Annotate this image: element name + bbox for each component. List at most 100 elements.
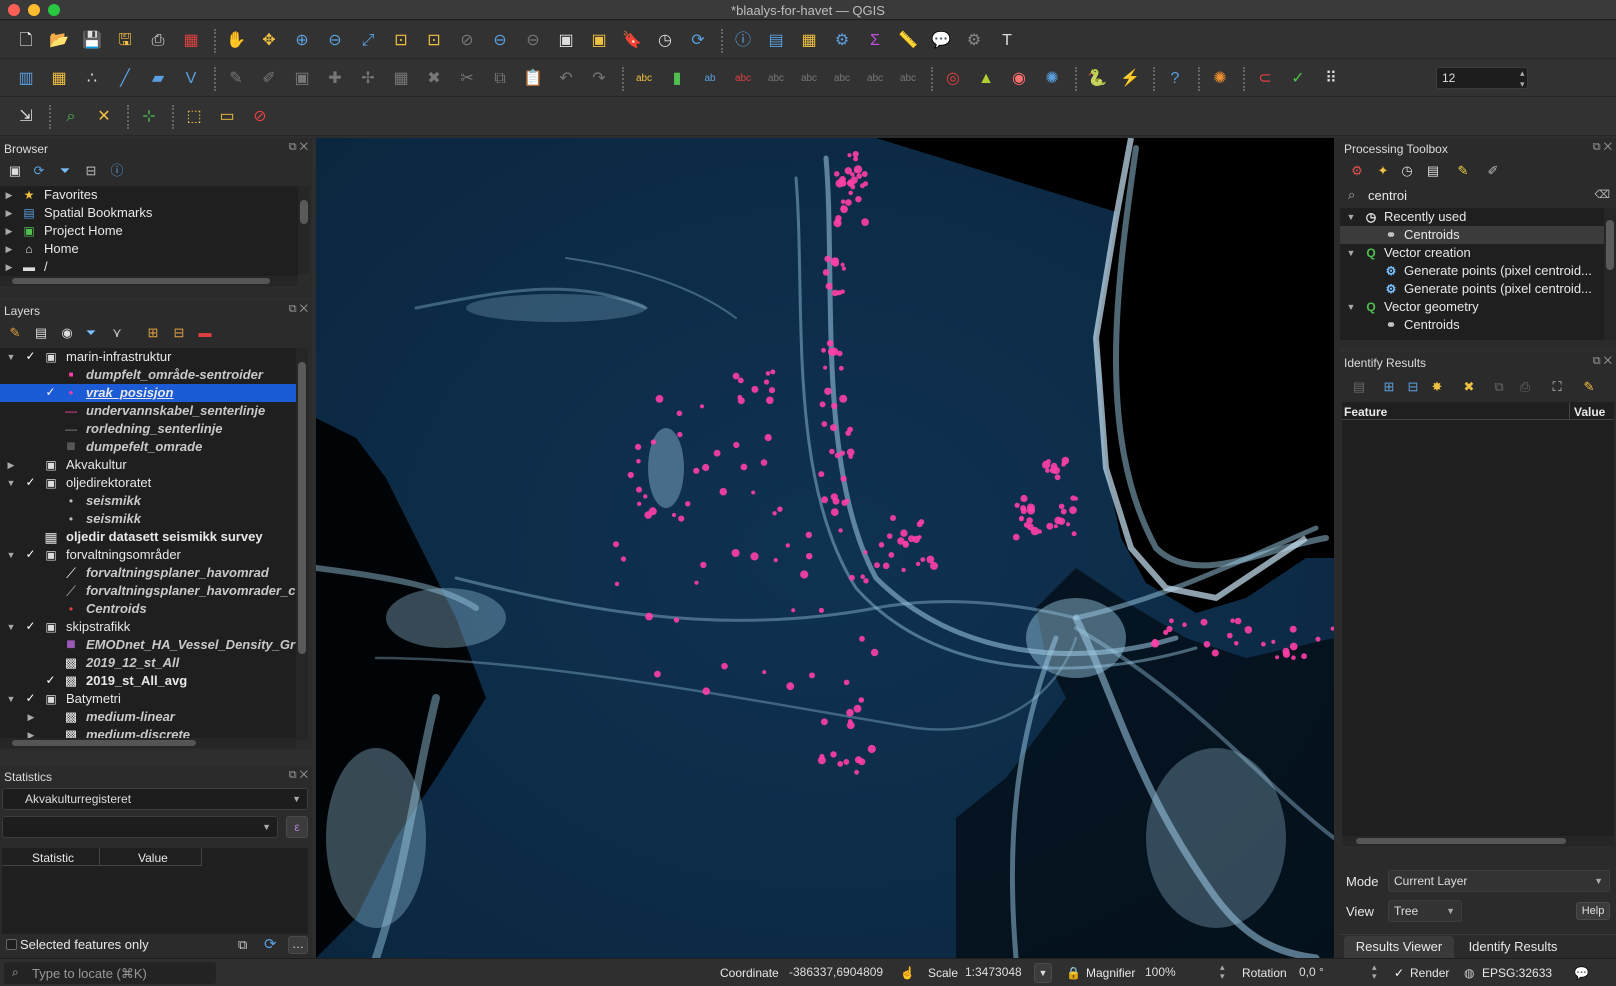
expand-new-icon[interactable]: ✸ [1428,378,1446,396]
save-project-button[interactable]: 💾 [80,29,104,53]
panel-float-close-icon[interactable]: ⧉ ✕ [289,769,308,782]
panel-float-close-icon[interactable]: ⧉ ✕ [289,303,308,316]
measure-button[interactable]: 📏 [896,29,920,53]
toolbox-item[interactable]: ▼ Q Vector geometry [1340,298,1604,316]
rocket-button[interactable]: ✺ [1040,67,1064,91]
attribute-table-button[interactable]: ▤ [764,29,788,53]
expand-arrow-icon[interactable]: ▶ [6,456,16,474]
print-layout-button[interactable]: ⎙ [146,29,170,53]
layer-visibility-checkbox[interactable]: ✓ [24,350,37,363]
zoom-full-button[interactable]: ⤢ [356,29,380,53]
layer-row[interactable]: ▼ ✓ ▣ skipstrafikk [0,618,296,636]
layer-row[interactable]: ▩ 2019_12_st_All [0,654,296,672]
style-manager-icon[interactable]: ✎ [6,324,24,342]
layer-visibility-checkbox[interactable] [44,656,57,669]
expand-arrow-icon[interactable]: ▼ [6,348,16,366]
pan-to-selection-button[interactable]: ✥ [257,29,281,53]
pan-button[interactable]: ✋ [224,29,248,53]
layer-visibility-checkbox[interactable] [44,368,57,381]
browser-item[interactable]: ▶ ⌂ Home [0,240,298,258]
settings-icon[interactable]: ✎ [1580,378,1598,396]
map-canvas[interactable] [313,137,1336,962]
collapse-tree-icon[interactable]: ⊟ [1404,378,1422,396]
layer-visibility-checkbox[interactable]: ✓ [24,692,37,705]
tab-identify-results[interactable]: Identify Results [1458,936,1568,958]
value-column-header[interactable]: Value [100,848,202,866]
zoom-in-button[interactable]: ⊕ [290,29,314,53]
layer-visibility-checkbox[interactable]: ✓ [44,386,57,399]
refresh-icon[interactable]: ⟳ [264,935,277,953]
clear-selection-button[interactable]: ⊘ [248,105,272,129]
add-layer-icon[interactable]: ▣ [6,162,24,180]
plugin-button[interactable]: ⚡ [1118,67,1142,91]
filter-expression-icon[interactable]: ⋎ [108,324,126,342]
rotation-spin-icon[interactable]: ▴ ▾ [1372,963,1377,981]
toolbox-item[interactable]: ⚭ Centroids [1340,316,1604,334]
expand-arrow-icon[interactable]: ▼ [6,474,16,492]
browser-item[interactable]: ▶ ▣ Project Home [0,222,298,240]
filter-icon[interactable]: ⏷ [56,162,74,180]
python-scripts-icon[interactable]: ✦ [1374,162,1392,180]
annotation-button[interactable]: ⚙ [962,29,986,53]
expand-tree-icon[interactable]: ⊞ [1380,378,1398,396]
layout-manager-button[interactable]: ▦ [179,29,203,53]
layer-row[interactable]: ▼ ✓ ▣ Batymetri [0,690,296,708]
copy-button[interactable]: ⧉ [488,67,512,91]
zoom-selection-button[interactable]: ⊡ [422,29,446,53]
layer-row[interactable]: ■ EMODnet_HA_Vessel_Density_Gr [0,636,296,654]
circle-button[interactable]: ◎ [941,67,965,91]
zoom-native-button[interactable]: ⊘ [455,29,479,53]
new-3d-view-button[interactable]: ▣ [587,29,611,53]
temporal-button[interactable]: ◷ [653,29,677,53]
label-button[interactable]: abc [632,67,656,91]
modify-button[interactable]: ▦ [389,67,413,91]
layer-row[interactable]: • Centroids [0,600,296,618]
crs-button[interactable]: EPSG:32633 [1482,966,1552,980]
expand-arrow-icon[interactable]: ▶ [4,204,14,222]
browser-item[interactable]: ▶ ★ Favorites [0,186,298,204]
toolbox-search-input[interactable]: ⌕ centroi ⌫ [1344,186,1612,206]
expand-arrow-icon[interactable]: ▶ [4,222,14,240]
browser-item[interactable]: ▶ ▬ / [0,258,298,276]
help-button[interactable]: ? [1163,67,1187,91]
more-options-button[interactable]: … [288,936,308,954]
add-group-icon[interactable]: ▤ [32,324,50,342]
layer-row[interactable]: — rorledning_senterlinje [0,420,296,438]
map-tips-button[interactable]: 💬 [929,29,953,53]
print-icon[interactable]: ⎙ [1516,378,1534,396]
refresh-button[interactable]: ⟳ [686,29,710,53]
edit-features-icon[interactable]: ✎ [1454,162,1472,180]
options-icon[interactable]: ✐ [1484,162,1502,180]
view-select[interactable]: Tree ▼ [1388,900,1462,922]
snapping-tolerance-field[interactable]: 12 [1436,67,1528,89]
python-button[interactable]: 🐍 [1085,67,1109,91]
layer-row[interactable]: — undervannskabel_senterlinje [0,402,296,420]
tab-results-viewer[interactable]: Results Viewer [1344,936,1454,958]
feature-column-header[interactable]: Feature [1342,402,1570,420]
new-project-button[interactable]: 🗋 [14,29,38,53]
zoom-find-button[interactable]: ⌕ [59,105,83,129]
select-expression-button[interactable]: ✕ [92,105,116,129]
browser-item[interactable]: ▶ ▤ Spatial Bookmarks [0,204,298,222]
zoom-out-button[interactable]: ⊖ [323,29,347,53]
deselect-button[interactable]: ▭ [215,105,239,129]
toolbox-item[interactable]: ▼ ◷ Recently used [1340,208,1604,226]
expand-arrow-icon[interactable]: ▼ [1346,244,1356,262]
panel-float-close-icon[interactable]: ⧉ ✕ [1593,355,1612,368]
value-column-header[interactable]: Value [1570,402,1614,420]
polygon-layer-button[interactable]: ▰ [146,67,170,91]
save-as-button[interactable]: 🖫 [113,29,137,53]
undo-button[interactable]: ↶ [554,67,578,91]
lock-scale-icon[interactable]: 🔒 [1066,966,1081,980]
help-button[interactable]: Help [1576,902,1610,920]
toolbox-item[interactable]: ⚭ Centroids [1340,226,1604,244]
filter-legend-icon[interactable]: ⏷ [82,324,100,342]
layers-hscrollbar[interactable] [0,738,296,748]
browser-scrollbar[interactable] [298,186,310,274]
line-layer-button[interactable]: ╱ [113,67,137,91]
layer-row[interactable]: ▶ ▣ Akvakultur [0,456,296,474]
info-icon[interactable]: ⓘ [108,162,126,180]
models-icon[interactable]: ⚙ [1348,162,1366,180]
clear-results-icon[interactable]: ✖ [1460,378,1478,396]
expand-arrow-icon[interactable]: ▼ [6,546,16,564]
